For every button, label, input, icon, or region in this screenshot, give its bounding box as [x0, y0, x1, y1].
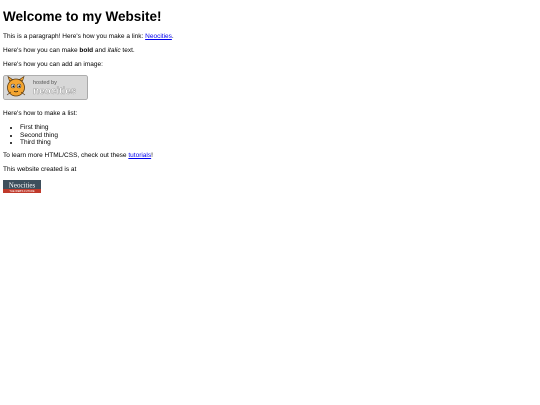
tutorials-link[interactable]: tutorials — [128, 152, 151, 159]
list-item: Third thing — [20, 139, 537, 147]
small-badge-title: Neocities — [9, 181, 36, 189]
and-text: and — [93, 47, 108, 54]
text-suffix: text. — [120, 47, 135, 54]
bold-intro-text: Here's how you can make — [3, 47, 80, 54]
image-intro: Here's how you can add an image: — [3, 61, 103, 68]
paragraph-text: This is a paragraph! Here's how you make… — [3, 33, 146, 40]
small-badge-tagline: THE WEB'S FUTURE — [9, 189, 35, 193]
page-content: Welcome to my Website! This is a paragra… — [0, 0, 540, 193]
bold-italic-paragraph: Here's how you can make bold and italic … — [3, 47, 537, 55]
bold-text: bold — [79, 47, 94, 54]
italic-text: italic — [107, 47, 121, 54]
list-intro: Here's how to make a list: — [3, 110, 78, 117]
list-item: Second thing — [20, 132, 537, 140]
hosted-by-neocities-badge[interactable]: hosted by neocities — [3, 75, 88, 100]
learn-more-paragraph: To learn more HTML/CSS, check out these … — [3, 152, 537, 160]
created-at-text: This website created is at — [3, 165, 77, 173]
list-item: First thing — [20, 124, 537, 132]
paragraph-with-link: This is a paragraph! Here's how you make… — [3, 33, 537, 41]
example-list: First thing Second thing Third thing — [3, 124, 537, 147]
badge-line-2: neocities — [33, 86, 77, 97]
page-title: Welcome to my Website! — [3, 9, 162, 24]
cat-mascot-icon — [6, 75, 26, 97]
neocities-small-badge[interactable]: Neocities THE WEB'S FUTURE — [3, 179, 41, 193]
paragraph-period: . — [171, 33, 174, 40]
learn-more-text: To learn more HTML/CSS, check out these — [3, 151, 129, 159]
neocities-link[interactable]: Neocities — [145, 33, 172, 40]
exclamation: ! — [151, 151, 153, 159]
